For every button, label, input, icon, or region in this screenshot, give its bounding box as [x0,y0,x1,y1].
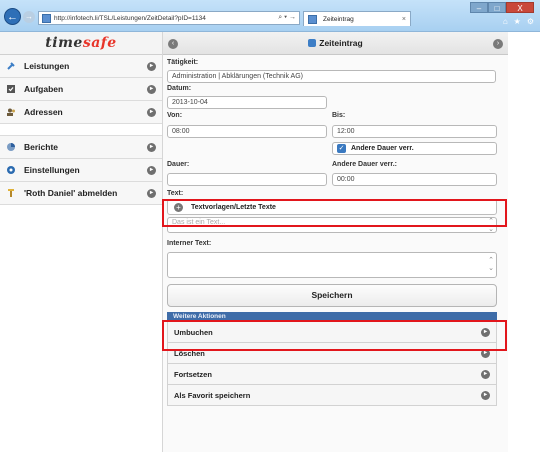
address-url[interactable]: http://infotech.li/TSL/Leistungen/ZeitDe… [54,15,278,22]
sidebar-divider [0,124,162,136]
action-loeschen[interactable]: Löschen ▸ [167,343,497,364]
chevron-right-icon: ▸ [147,165,156,175]
browser-tab[interactable]: Zeiteintrag × [303,11,411,26]
sidebar-item-label: Aufgaben [24,84,64,94]
detail-header: ‹ Zeiteintrag › [163,32,508,55]
reports-icon [6,142,16,152]
close-button[interactable]: X [506,2,534,13]
von-label: Von: [167,112,183,119]
action-label: Als Favorit speichern [174,390,251,400]
logout-icon [6,188,16,198]
browser-toolbar-icons: ⌂ ★ ⚙ [503,17,534,26]
chevron-right-icon: ▸ [147,142,156,152]
settings-icon [6,165,16,175]
andere-dauer-label: Andere Dauer verr.: [332,161,397,168]
action-favorit[interactable]: Als Favorit speichern ▸ [167,385,497,406]
time-entry-icon [308,39,317,47]
dauer-field[interactable] [167,173,327,186]
taetigkeit-field[interactable]: Administration | Abklärungen (Technik AG… [167,70,496,83]
sidebar-item-abmelden[interactable]: 'Roth Daniel' abmelden ▸ [0,182,162,205]
home-icon[interactable]: ⌂ [503,17,508,26]
text-area[interactable]: Das ist ein Text... ⌃ ⌄ [167,217,497,233]
app-logo: timesafe [45,35,117,51]
checkbox-checked-icon[interactable]: ✓ [337,144,346,153]
sidebar-item-adressen[interactable]: Adressen ▸ [0,101,162,124]
sidebar-item-aufgaben[interactable]: Aufgaben ▸ [0,78,162,101]
sidebar: timesafe Leistungen ▸ Aufgaben ▸ Adresse… [0,32,163,452]
textvorlagen-button[interactable]: + Textvorlagen/Letzte Texte [167,199,497,215]
bis-field[interactable]: 12:00 [332,125,497,138]
action-label: Löschen [174,348,205,358]
taetigkeit-label: Tätigkeit: [167,59,199,66]
tools-gear-icon[interactable]: ⚙ [527,17,534,26]
favorites-star-icon[interactable]: ★ [514,17,521,26]
text-label: Text: [167,190,184,197]
sidebar-item-label: 'Roth Daniel' abmelden [24,188,118,198]
andere-dauer-checkbox-label: Andere Dauer verr. [351,145,414,152]
textvorlagen-label: Textvorlagen/Letzte Texte [191,203,276,211]
scroll-arrows-icon[interactable]: ⌃ ⌄ [488,257,494,273]
back-arrow-icon[interactable]: ← [4,8,21,25]
andere-dauer-field[interactable]: 00:00 [332,173,497,186]
brand-bar: timesafe [0,32,162,55]
chevron-right-icon: ▸ [147,61,156,71]
tools-icon [6,61,16,71]
tab-favicon-icon [308,14,317,24]
sidebar-item-label: Adressen [24,107,63,117]
text-area-value: Das ist ein Text... [172,219,226,226]
dauer-label: Dauer: [167,161,190,168]
maximize-button[interactable]: □ [488,2,506,13]
action-umbuchen[interactable]: Umbuchen ▸ [167,322,497,343]
sidebar-item-label: Leistungen [24,61,70,71]
action-label: Fortsetzen [174,369,212,379]
chevron-right-icon: ▸ [481,327,490,337]
sidebar-item-label: Einstellungen [24,165,80,175]
sidebar-item-berichte[interactable]: Berichte ▸ [0,136,162,159]
von-field[interactable]: 08:00 [167,125,327,138]
actions-header: Weitere Aktionen [167,312,497,322]
action-fortsetzen[interactable]: Fortsetzen ▸ [167,364,497,385]
tasks-icon [6,84,16,94]
sidebar-item-leistungen[interactable]: Leistungen ▸ [0,55,162,78]
address-bar[interactable]: http://infotech.li/TSL/Leistungen/ZeitDe… [38,11,300,25]
options-circle-icon[interactable]: › [493,39,503,49]
back-circle-icon[interactable]: ‹ [168,39,178,49]
plus-circle-icon: + [174,202,183,212]
contacts-icon [6,107,16,117]
tab-title: Zeiteintrag [323,15,354,23]
datum-label: Datum: [167,85,192,92]
browser-titlebar: ← → http://infotech.li/TSL/Leistungen/Ze… [0,0,540,32]
save-button[interactable]: Speichern [167,284,497,307]
search-refresh-icons[interactable]: ⌕ ▾ → [278,14,296,22]
interner-text-area[interactable]: ⌃ ⌄ [167,252,497,278]
page-favicon-icon [42,13,51,23]
datum-field[interactable]: 2013-10-04 [167,96,327,109]
andere-dauer-toggle[interactable]: ✓ Andere Dauer verr. [332,142,497,155]
chevron-right-icon: ▸ [481,369,490,379]
forward-arrow-icon[interactable]: → [23,11,35,23]
action-label: Umbuchen [174,327,213,337]
chevron-right-icon: ▸ [481,348,490,358]
tab-close-icon[interactable]: × [402,16,406,23]
chevron-right-icon: ▸ [481,390,490,400]
interner-text-label: Interner Text: [167,240,212,247]
window-controls: – □ X [470,2,534,13]
sidebar-item-label: Berichte [24,142,59,152]
sidebar-item-einstellungen[interactable]: Einstellungen ▸ [0,159,162,182]
chevron-right-icon: ▸ [147,188,156,198]
page-title: Zeiteintrag [308,38,363,48]
chevron-right-icon: ▸ [147,84,156,94]
scroll-arrows-icon[interactable]: ⌃ ⌄ [488,218,494,234]
minimize-button[interactable]: – [470,2,488,13]
detail-panel: ‹ Zeiteintrag › Tätigkeit: Administratio… [163,32,508,452]
chevron-right-icon: ▸ [147,107,156,117]
bis-label: Bis: [332,112,346,119]
